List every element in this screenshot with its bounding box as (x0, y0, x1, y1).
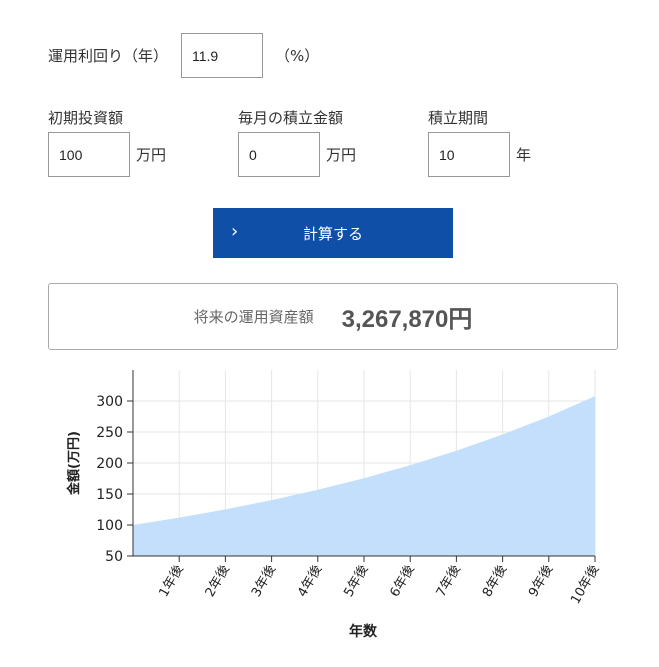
asset-growth-chart: 50 100 150 200 250 300 1年後 2年後 3年後 4年後 5年後 6年後 7年後 8年… (66, 370, 602, 640)
x-tick-label: 1年後 (157, 563, 187, 600)
y-tick-label: 150 (96, 487, 123, 503)
x-tick-label: 5年後 (341, 563, 371, 600)
y-tick-label: 300 (96, 394, 123, 410)
y-axis-title: 金額(万円) (66, 431, 82, 496)
y-tick-label: 50 (105, 549, 123, 565)
x-axis-title: 年数 (349, 623, 378, 640)
x-tick-label: 4年後 (295, 563, 325, 600)
x-tick-label: 2年後 (203, 563, 233, 600)
y-tick-label: 250 (96, 425, 123, 441)
x-tick-label: 10年後 (568, 563, 602, 607)
x-tick-label: 6年後 (388, 563, 418, 600)
x-tick-label: 3年後 (249, 563, 279, 600)
y-tick-label: 100 (96, 518, 123, 534)
x-tick-label: 8年後 (480, 563, 510, 600)
x-tick-label: 9年後 (526, 563, 556, 600)
y-tick-label: 200 (96, 456, 123, 472)
x-tick-label: 7年後 (434, 563, 464, 600)
